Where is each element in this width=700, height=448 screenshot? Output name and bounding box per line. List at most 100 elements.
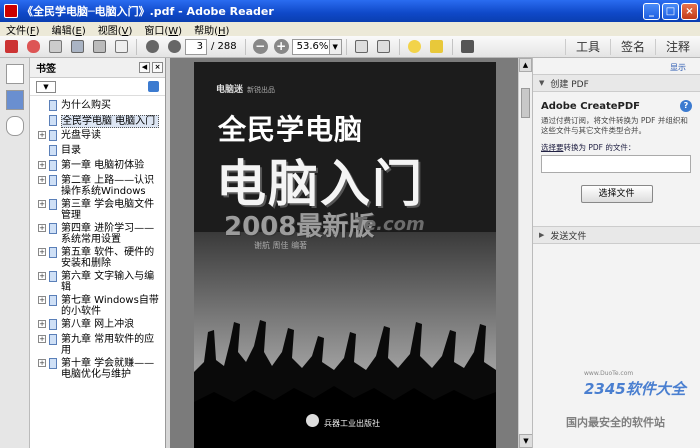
- options-menu-icon[interactable]: ▼: [36, 80, 56, 93]
- tab-comment[interactable]: 注释: [654, 39, 700, 55]
- expand-icon[interactable]: +: [38, 359, 46, 367]
- expand-icon[interactable]: +: [38, 320, 46, 328]
- cover-title: 全民学电脑: [218, 113, 364, 146]
- menu-bar: 文件(F) 编辑(E) 视图(V) 窗口(W) 帮助(H): [0, 22, 700, 37]
- file-selection-field[interactable]: [541, 155, 691, 173]
- bookmark-icon: [49, 175, 57, 186]
- zoom-level-input[interactable]: 53.6%: [291, 38, 330, 55]
- expand-icon[interactable]: +: [38, 131, 46, 139]
- bookmark-item[interactable]: + 第九章 常用软件的应用: [30, 332, 165, 356]
- bookmark-icon: [49, 145, 57, 156]
- create-pdf-icon[interactable]: [2, 38, 20, 56]
- cover-authors: 谢航 周佳 编著: [254, 241, 308, 250]
- bookmarks-header: 书签 ◀ ×: [30, 58, 165, 78]
- menu-window[interactable]: 窗口(W): [138, 22, 188, 37]
- bookmark-item[interactable]: + 第八章 网上冲浪: [30, 317, 165, 332]
- print-icon[interactable]: [90, 38, 108, 56]
- expand-icon[interactable]: +: [38, 272, 46, 280]
- create-pdf-section-header[interactable]: ▼ 创建 PDF: [533, 74, 700, 92]
- bookmark-icon: [49, 271, 57, 282]
- bookmark-icon: [49, 130, 57, 141]
- maximize-button[interactable]: □: [662, 2, 679, 20]
- page-number-input[interactable]: 3: [185, 38, 207, 55]
- createpdf-description: 通过付费订阅，将文件转换为 PDF 并组织和 这些文件与其它文件类型合并。: [541, 116, 688, 135]
- cover-brand: 电脑迷 新锐出品: [216, 85, 276, 95]
- scroll-thumb[interactable]: [521, 88, 530, 118]
- expand-icon[interactable]: +: [38, 200, 46, 208]
- expand-icon[interactable]: +: [38, 296, 46, 304]
- bookmark-item[interactable]: + 第五章 软件、硬件的安装和删除: [30, 245, 165, 269]
- show-link[interactable]: 显示: [533, 58, 700, 74]
- select-file-label: 选择要转换为 PDF 的文件：: [541, 143, 636, 152]
- publisher-logo-icon: [306, 414, 319, 427]
- close-panel-icon[interactable]: ×: [152, 62, 163, 73]
- expand-icon[interactable]: +: [38, 176, 46, 184]
- bookmark-item[interactable]: + 第一章 电脑初体验: [30, 158, 165, 173]
- help-icon[interactable]: ?: [680, 100, 692, 112]
- bookmark-icon: [49, 199, 57, 210]
- bookmark-label: 第十章 学会就赚——电脑优化与维护: [61, 358, 155, 380]
- bookmark-item[interactable]: 目录: [30, 143, 165, 158]
- bookmark-item[interactable]: + 第三章 学会电脑文件管理: [30, 197, 165, 221]
- expand-icon[interactable]: +: [38, 224, 46, 232]
- scroll-down-icon[interactable]: ▼: [519, 434, 533, 448]
- menu-file[interactable]: 文件(F): [0, 22, 46, 37]
- bookmark-label: 第三章 学会电脑文件管理: [61, 199, 155, 221]
- site-url-watermark: www.DuoTe.com: [584, 370, 634, 377]
- createpdf-title: Adobe CreatePDF: [541, 100, 641, 112]
- find-bookmark-icon[interactable]: [148, 81, 159, 92]
- bookmark-item[interactable]: + 光盘导读: [30, 128, 165, 143]
- email-icon[interactable]: [112, 38, 130, 56]
- bookmark-item[interactable]: 全民学电脑 电脑入门: [30, 113, 165, 128]
- toolbar-divider: [345, 38, 347, 55]
- bookmark-item[interactable]: + 第四章 进阶学习——系统常用设置: [30, 221, 165, 245]
- menu-view[interactable]: 视图(V): [92, 22, 139, 37]
- attachments-icon[interactable]: [5, 116, 24, 136]
- minimize-button[interactable]: _: [643, 2, 660, 20]
- bookmark-icon: [49, 358, 57, 369]
- page-thumbnails-icon[interactable]: [5, 64, 24, 84]
- expand-icon[interactable]: +: [38, 161, 46, 169]
- menu-edit[interactable]: 编辑(E): [46, 22, 92, 37]
- bookmark-item[interactable]: + 第六章 文字输入与编辑: [30, 269, 165, 293]
- select-file-button[interactable]: 选择文件: [580, 185, 653, 203]
- zoom-out-button[interactable]: −: [252, 39, 268, 54]
- bookmark-icon: [49, 160, 57, 171]
- menu-help[interactable]: 帮助(H): [188, 22, 235, 37]
- expand-icon[interactable]: +: [38, 335, 46, 343]
- tab-tools[interactable]: 工具: [564, 39, 610, 55]
- bookmark-item[interactable]: + 第二章 上路——认识操作系统Windows: [30, 173, 165, 197]
- zoom-dropdown-icon[interactable]: ▼: [329, 38, 342, 55]
- toolbar-divider: [136, 38, 137, 55]
- tab-sign[interactable]: 签名: [609, 39, 655, 55]
- collapse-panel-icon[interactable]: ◀: [139, 62, 150, 73]
- comment-icon[interactable]: [406, 38, 424, 56]
- site-slogan-watermark: 国内最安全的软件站: [566, 416, 665, 429]
- bookmark-item[interactable]: + 第十章 学会就赚——电脑优化与维护: [30, 356, 165, 380]
- edit-icon[interactable]: [46, 38, 64, 56]
- expand-icon[interactable]: [459, 38, 477, 56]
- scroll-up-icon[interactable]: ▲: [519, 58, 532, 72]
- send-file-section-header[interactable]: ▶ 发送文件: [533, 226, 700, 244]
- close-button[interactable]: ×: [681, 2, 698, 20]
- previous-page-icon[interactable]: [143, 38, 161, 56]
- bookmark-label: 为什么购买: [61, 100, 111, 111]
- save-icon[interactable]: [68, 38, 86, 56]
- zoom-in-button[interactable]: +: [273, 39, 289, 54]
- bookmarks-panel: 书签 ◀ × ▼ 为什么购买全民学电脑 电脑入门 + 光盘导读 目录 + 第一章 电脑初体…: [30, 58, 166, 448]
- vertical-scrollbar[interactable]: ▲ ▼: [518, 58, 533, 448]
- navigation-rail: [0, 58, 30, 448]
- expand-icon[interactable]: +: [38, 248, 46, 256]
- fit-width-icon[interactable]: [375, 38, 393, 56]
- bookmark-icon: [49, 247, 57, 258]
- create-pdf-dropdown-icon[interactable]: [24, 38, 42, 56]
- bookmark-item[interactable]: + 第七章 Windows自带的小软件: [30, 293, 165, 317]
- bookmark-label: 第四章 进阶学习——系统常用设置: [61, 223, 155, 245]
- fit-page-icon[interactable]: [353, 38, 371, 56]
- bookmark-item[interactable]: 为什么购买: [30, 98, 165, 113]
- expanded-triangle-icon: ▼: [539, 79, 545, 87]
- highlight-icon[interactable]: [428, 38, 446, 56]
- bookmarks-icon[interactable]: [5, 90, 24, 110]
- bookmark-label: 第六章 文字输入与编辑: [61, 271, 155, 293]
- next-page-icon[interactable]: [165, 38, 183, 56]
